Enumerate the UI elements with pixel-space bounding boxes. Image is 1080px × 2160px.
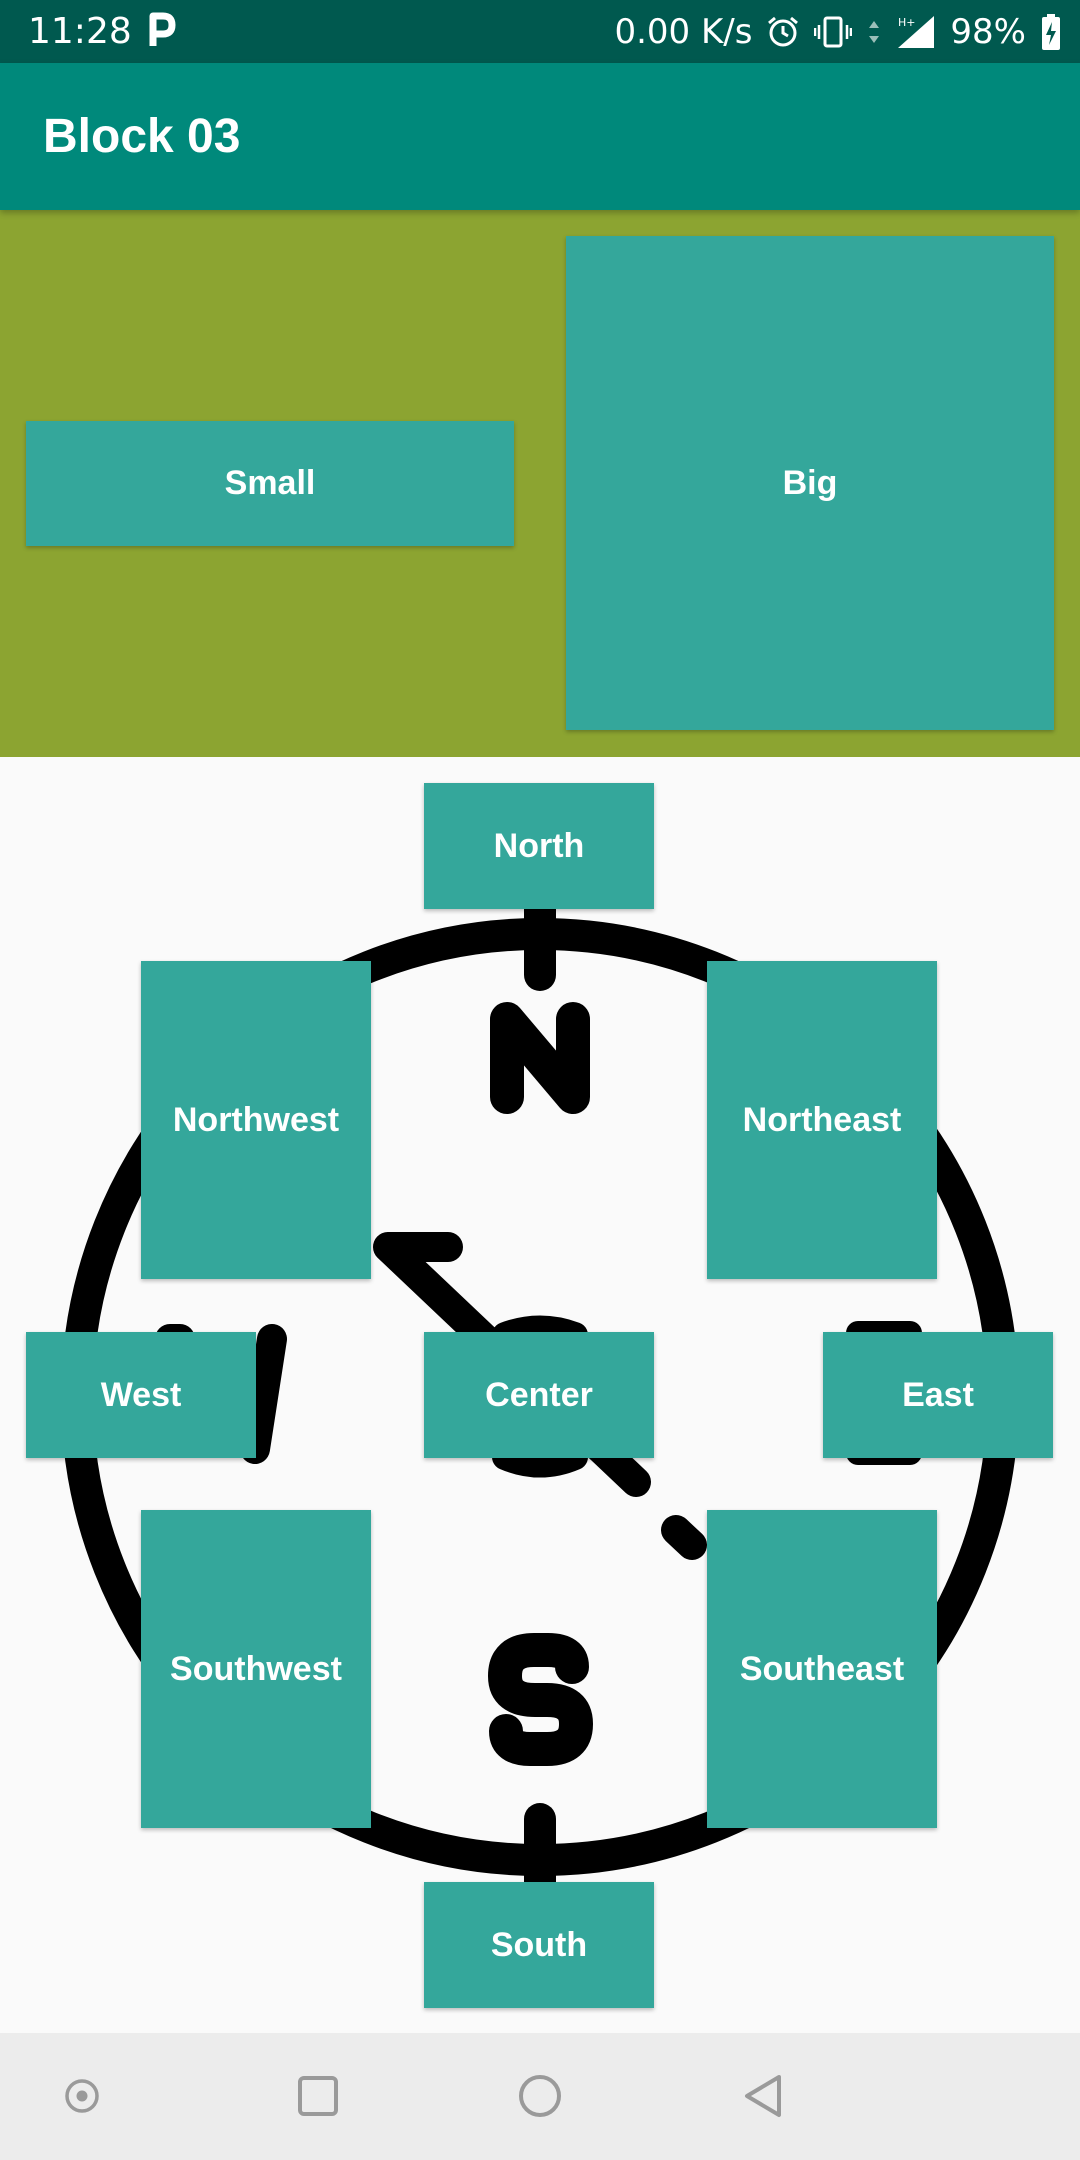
svg-text:H+: H+ bbox=[898, 16, 916, 29]
status-bar: 11:28 0.00 K/s H+ 98% bbox=[0, 0, 1080, 63]
assistant-button[interactable] bbox=[52, 2066, 112, 2126]
back-button[interactable] bbox=[733, 2066, 793, 2126]
navigation-bar bbox=[0, 2033, 1080, 2160]
small-button[interactable]: Small bbox=[26, 421, 514, 546]
big-button[interactable]: Big bbox=[566, 236, 1054, 730]
status-right-group: 0.00 K/s H+ 98% bbox=[614, 8, 1062, 56]
recents-button[interactable] bbox=[288, 2066, 348, 2126]
home-circle-icon bbox=[519, 2075, 561, 2117]
top-block: Small Big bbox=[0, 210, 1080, 757]
northwest-button[interactable]: Northwest bbox=[141, 961, 371, 1279]
vibrate-icon bbox=[814, 16, 853, 48]
southeast-button[interactable]: Southeast bbox=[707, 1510, 937, 1828]
recents-square-icon bbox=[298, 2076, 338, 2116]
south-button[interactable]: South bbox=[424, 1882, 654, 2008]
compass-area: North Northwest Northeast West Center Ea… bbox=[0, 757, 1080, 2033]
northeast-button[interactable]: Northeast bbox=[707, 961, 937, 1279]
app-title: Block 03 bbox=[43, 110, 241, 163]
home-button[interactable] bbox=[510, 2066, 570, 2126]
signal-icon: H+ bbox=[898, 16, 935, 48]
net-speed: 0.00 K/s bbox=[614, 12, 753, 52]
west-button[interactable]: West bbox=[26, 1332, 256, 1458]
battery-charging-icon bbox=[1042, 14, 1060, 50]
status-time: 11:28 bbox=[28, 11, 132, 52]
center-button[interactable]: Center bbox=[424, 1332, 654, 1458]
east-button[interactable]: East bbox=[823, 1332, 1053, 1458]
battery-percent: 98% bbox=[950, 12, 1026, 52]
north-button[interactable]: North bbox=[424, 783, 654, 909]
n-letter bbox=[490, 1002, 590, 1114]
assistant-dot-icon bbox=[65, 2079, 99, 2113]
app-bar: Block 03 bbox=[0, 63, 1080, 210]
s-letter bbox=[488, 1633, 593, 1766]
back-triangle-icon bbox=[745, 2075, 781, 2117]
parking-icon bbox=[149, 12, 176, 46]
needle-tail-dot bbox=[661, 1515, 707, 1560]
data-arrows-icon bbox=[869, 21, 880, 43]
southwest-button[interactable]: Southwest bbox=[141, 1510, 371, 1828]
alarm-icon bbox=[768, 16, 799, 47]
screen: 11:28 0.00 K/s H+ 98% Block 03 Small Big… bbox=[0, 0, 1080, 2160]
